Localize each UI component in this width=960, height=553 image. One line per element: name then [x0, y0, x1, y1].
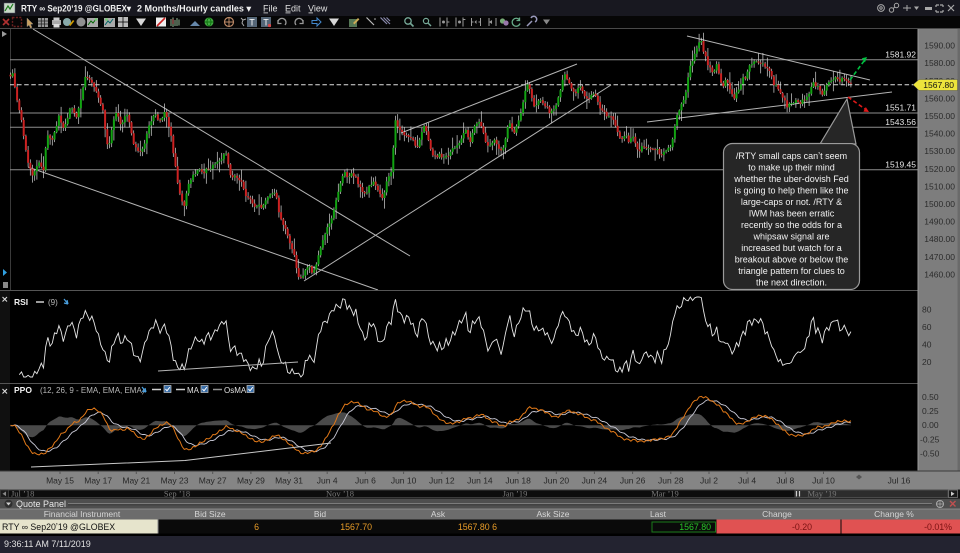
svg-text:0.50: 0.50 [922, 392, 939, 402]
svg-text:T: T [249, 18, 255, 28]
svg-text:MA: MA [187, 386, 200, 395]
svg-text:RTY ∞ Sep20ʼ19 @GLOBEX: RTY ∞ Sep20ʼ19 @GLOBEX [2, 522, 115, 532]
svg-text:/RTY small caps canʼt seem: /RTY small caps canʼt seem [736, 151, 847, 161]
svg-text:1590.00: 1590.00 [924, 41, 955, 51]
svg-text:PPO: PPO [14, 385, 32, 395]
svg-text:Jul 2: Jul 2 [700, 476, 718, 486]
svg-text:whether the uber-dovish Fed: whether the uber-dovish Fed [733, 174, 849, 184]
svg-text:RTY ∞ Sep20ʼ19 @GLOBEX▾: RTY ∞ Sep20ʼ19 @GLOBEX▾ [21, 4, 131, 14]
svg-text:May 29: May 29 [237, 476, 265, 486]
svg-text:1500.00: 1500.00 [924, 199, 955, 209]
svg-text:May 21: May 21 [122, 476, 150, 486]
svg-text:(9): (9) [48, 298, 58, 307]
svg-text:9:36:11 AM 7/11/2019: 9:36:11 AM 7/11/2019 [4, 539, 91, 549]
svg-text:is going to help them like the: is going to help them like the [734, 186, 848, 196]
svg-text:Jun 4: Jun 4 [317, 476, 338, 486]
svg-text:-0.01%: -0.01% [924, 522, 952, 532]
svg-text:Jun 28: Jun 28 [658, 476, 684, 486]
svg-text:increased but watch for a: increased but watch for a [741, 243, 842, 253]
svg-text:1519.45: 1519.45 [885, 160, 916, 170]
svg-text:RSI: RSI [14, 297, 28, 307]
svg-text:Jul 16: Jul 16 [888, 476, 911, 486]
svg-text:1470.00: 1470.00 [924, 252, 955, 262]
svg-text:May 27: May 27 [199, 476, 227, 486]
svg-text:1560.00: 1560.00 [924, 93, 955, 103]
svg-text:triangle pattern for clues to: triangle pattern for clues to [738, 266, 845, 276]
svg-text:1551.71: 1551.71 [885, 103, 916, 113]
svg-text:Edit: Edit [285, 4, 301, 14]
svg-text:Sep ʼ18: Sep ʼ18 [164, 489, 190, 499]
svg-text:recently so the odds for a: recently so the odds for a [741, 220, 842, 230]
svg-text:to make up their mind: to make up their mind [748, 163, 835, 173]
svg-text:1530.00: 1530.00 [924, 146, 955, 156]
svg-text:Jun 12: Jun 12 [429, 476, 455, 486]
svg-text:-0.25: -0.25 [920, 434, 940, 444]
svg-text:(12, 26, 9 - EMA, EMA, EMA): (12, 26, 9 - EMA, EMA, EMA) [40, 386, 145, 395]
svg-text:Jul 10: Jul 10 [812, 476, 835, 486]
svg-text:Jun 24: Jun 24 [582, 476, 608, 486]
svg-text:1543.56: 1543.56 [885, 117, 916, 127]
svg-text:breakout above or below the: breakout above or below the [735, 255, 849, 265]
svg-text:OsMA: OsMA [224, 386, 247, 395]
svg-text:May ʼ19: May ʼ19 [807, 489, 836, 499]
svg-text:1567.70: 1567.70 [340, 522, 372, 532]
svg-text:1510.00: 1510.00 [924, 181, 955, 191]
svg-text:6: 6 [254, 522, 259, 532]
svg-text:Jul 8: Jul 8 [776, 476, 794, 486]
svg-text:1550.00: 1550.00 [924, 111, 955, 121]
svg-text:80: 80 [922, 305, 932, 315]
svg-text:Jun 10: Jun 10 [391, 476, 417, 486]
svg-text:Ask Size: Ask Size [536, 509, 569, 519]
svg-text:Jun 6: Jun 6 [355, 476, 376, 486]
svg-text:1520.00: 1520.00 [924, 164, 955, 174]
svg-text:Mar ʼ19: Mar ʼ19 [651, 489, 679, 499]
svg-text:large-caps or not. /RTY &: large-caps or not. /RTY & [741, 197, 842, 207]
svg-text:May 15: May 15 [46, 476, 74, 486]
svg-text:1490.00: 1490.00 [924, 217, 955, 227]
svg-text:Bid: Bid [314, 509, 327, 519]
svg-text:1581.92: 1581.92 [885, 50, 916, 60]
svg-text:Jun 14: Jun 14 [467, 476, 493, 486]
svg-text:View: View [308, 4, 328, 14]
svg-text:Last: Last [650, 509, 667, 519]
svg-text:the next direction.: the next direction. [756, 278, 827, 288]
svg-text:Jun 18: Jun 18 [505, 476, 531, 486]
svg-text:May 31: May 31 [275, 476, 303, 486]
svg-text:Jun 26: Jun 26 [620, 476, 646, 486]
svg-text:May 17: May 17 [84, 476, 112, 486]
svg-text:1480.00: 1480.00 [924, 234, 955, 244]
svg-text:Jul ʼ18: Jul ʼ18 [11, 489, 34, 499]
svg-text:File: File [263, 4, 278, 14]
svg-text:whipsaw signal are: whipsaw signal are [752, 232, 829, 242]
svg-text:Quote Panel: Quote Panel [16, 499, 66, 509]
svg-text:2 Months/Hourly candles ▾: 2 Months/Hourly candles ▾ [137, 4, 251, 14]
svg-text:1567.80: 1567.80 [923, 80, 954, 90]
svg-text:Jan ʼ19: Jan ʼ19 [503, 489, 528, 499]
svg-text:0.00: 0.00 [922, 420, 939, 430]
svg-text:1567.80: 1567.80 [679, 522, 711, 532]
svg-text:20: 20 [922, 357, 932, 367]
svg-text:0.25: 0.25 [922, 406, 939, 416]
svg-text:IWM has been erratic: IWM has been erratic [749, 209, 835, 219]
svg-text:1460.00: 1460.00 [924, 269, 955, 279]
svg-text:1540.00: 1540.00 [924, 129, 955, 139]
svg-text:60: 60 [922, 322, 932, 332]
svg-text:May 23: May 23 [161, 476, 189, 486]
svg-text:Financial Instrument: Financial Instrument [44, 509, 121, 519]
svg-text:Jul 4: Jul 4 [738, 476, 756, 486]
svg-text:-0.50: -0.50 [920, 449, 940, 459]
svg-text:Jun 20: Jun 20 [544, 476, 570, 486]
svg-text:40: 40 [922, 340, 932, 350]
svg-text:Nov ʼ18: Nov ʼ18 [326, 489, 354, 499]
svg-text:Ask: Ask [431, 509, 446, 519]
svg-text:Bid Size: Bid Size [194, 509, 225, 519]
svg-text:Change: Change [762, 509, 792, 519]
svg-text:-0.20: -0.20 [792, 522, 812, 532]
svg-text:Change %: Change % [874, 509, 914, 519]
svg-text:1567.80 6: 1567.80 6 [458, 522, 497, 532]
svg-text:1580.00: 1580.00 [924, 58, 955, 68]
